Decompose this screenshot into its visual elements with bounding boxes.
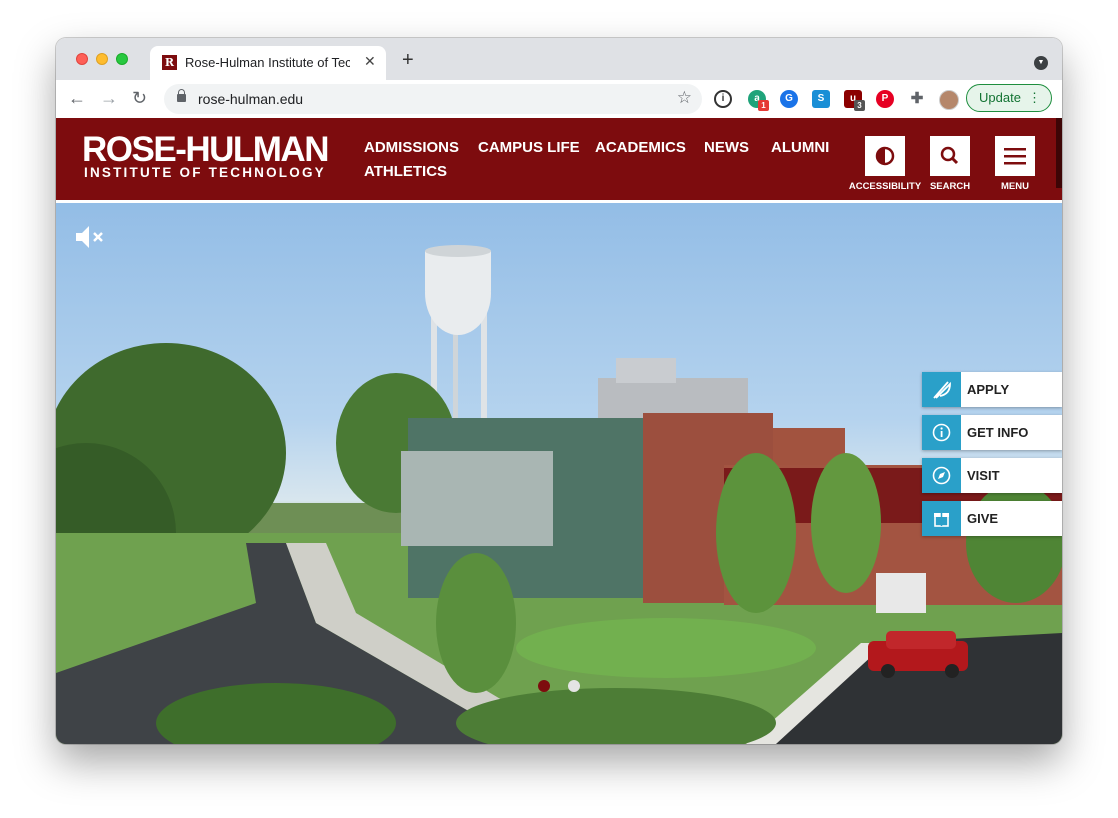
tab-rose-hulman[interactable]: R Rose-Hulman Institute of Technology ✕ [150, 46, 386, 80]
nav-news[interactable]: NEWS [704, 140, 749, 156]
close-window-button[interactable] [76, 53, 88, 65]
accessibility-button[interactable] [865, 136, 905, 176]
give-label: GIVE [967, 511, 999, 526]
give-button[interactable]: GIVE [922, 501, 1062, 536]
more-menu-icon[interactable]: ⋮ [1028, 85, 1041, 111]
minimize-window-button[interactable] [96, 53, 108, 65]
website: ROSE-HULMAN INSTITUTE OF TECHNOLOGY ADMI… [56, 118, 1062, 744]
logo-wordmark[interactable]: ROSE-HULMAN [82, 132, 329, 168]
nav-academics[interactable]: ACADEMICS [595, 140, 686, 156]
bookmark-star-icon[interactable]: ☆ [677, 88, 692, 108]
nav-alumni[interactable]: ALUMNI [771, 140, 829, 156]
accessibility-label: ACCESSIBILITY [848, 181, 922, 192]
browser-window: R Rose-Hulman Institute of Technology ✕ … [56, 38, 1062, 744]
search-icon [940, 146, 959, 165]
update-button[interactable]: Update ⋮ [966, 84, 1052, 112]
get-info-button[interactable]: GET INFO [922, 415, 1062, 450]
search-button[interactable] [930, 136, 970, 176]
carousel-dot-2[interactable] [568, 680, 580, 692]
campus-scene-image [56, 245, 1062, 744]
extension-badge: 3 [854, 100, 865, 111]
visit-button[interactable]: VISIT [922, 458, 1062, 493]
browser-toolbar: ← → ↻ rose-hulman.edu ☆ i a 1 G S u 3 P … [56, 80, 1062, 119]
nav-campus-life[interactable]: CAMPUS LIFE [478, 140, 580, 156]
back-icon[interactable]: ← [68, 88, 86, 108]
tab-search-icon[interactable]: ▼ [1034, 56, 1048, 70]
address-bar[interactable]: rose-hulman.edu ☆ [164, 84, 702, 114]
nav-athletics[interactable]: ATHLETICS [364, 164, 447, 180]
visit-label: VISIT [967, 468, 1000, 483]
tab-strip: R Rose-Hulman Institute of Technology ✕ … [56, 38, 1062, 80]
apply-label: APPLY [967, 382, 1010, 397]
page-scrollbar[interactable] [1056, 118, 1062, 188]
reload-icon[interactable]: ↻ [132, 88, 147, 108]
contrast-icon [875, 146, 895, 166]
logo-tagline[interactable]: INSTITUTE OF TECHNOLOGY [84, 166, 326, 180]
mute-icon[interactable] [74, 223, 108, 251]
extension-badge: 1 [758, 100, 769, 111]
maximize-window-button[interactable] [116, 53, 128, 65]
site-header: ROSE-HULMAN INSTITUTE OF TECHNOLOGY ADMI… [56, 118, 1062, 203]
apply-button[interactable]: APPLY [922, 372, 1062, 407]
info-icon [922, 415, 961, 450]
hamburger-menu-icon [1004, 148, 1026, 165]
new-tab-icon[interactable]: + [402, 50, 414, 70]
site-favicon-icon: R [162, 55, 177, 70]
hero-video: APPLY GET INFO VISIT GIVE [56, 203, 1062, 744]
update-label: Update [979, 90, 1021, 105]
menu-label: MENU [1001, 181, 1029, 192]
extensions-puzzle-icon[interactable]: ✚ [908, 90, 926, 108]
carousel-dot-1[interactable] [538, 680, 550, 692]
nav-admissions[interactable]: ADMISSIONS [364, 140, 459, 156]
quill-icon [922, 372, 961, 407]
lock-icon [177, 89, 186, 102]
forward-icon[interactable]: → [100, 88, 118, 108]
onepassword-extension-icon[interactable]: i [714, 90, 732, 108]
grammar-extension-icon[interactable]: a 1 [748, 90, 769, 111]
menu-button[interactable] [995, 136, 1035, 176]
gift-icon [922, 501, 961, 536]
window-controls [76, 53, 128, 65]
search-label: SEARCH [929, 181, 971, 192]
tab-title: Rose-Hulman Institute of Technology [185, 55, 350, 70]
refresh-extension-icon[interactable]: G [780, 90, 798, 108]
close-tab-icon[interactable]: ✕ [364, 53, 376, 70]
profile-avatar[interactable] [939, 90, 959, 110]
get-info-label: GET INFO [967, 425, 1029, 440]
pinterest-extension-icon[interactable]: P [876, 90, 894, 108]
s-extension-icon[interactable]: S [812, 90, 830, 108]
ublock-extension-icon[interactable]: u 3 [844, 90, 865, 111]
url-text: rose-hulman.edu [198, 91, 304, 107]
compass-icon [922, 458, 961, 493]
